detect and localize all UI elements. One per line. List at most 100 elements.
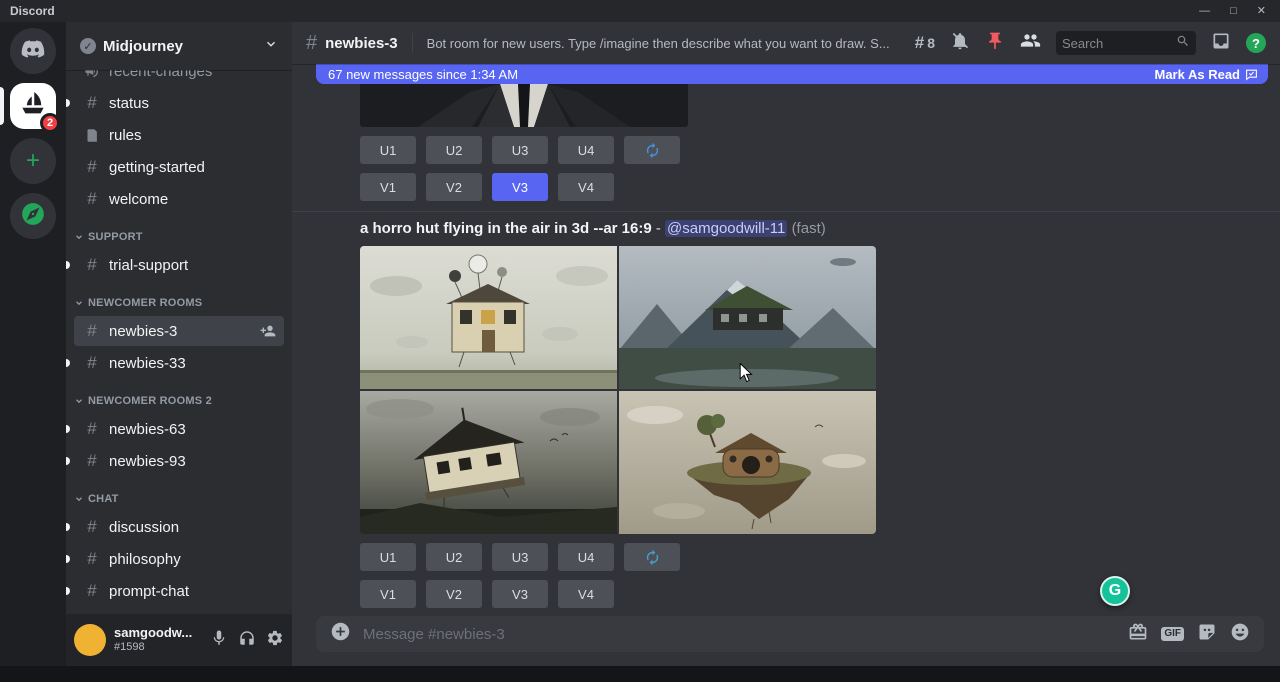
headphones-icon[interactable] bbox=[238, 629, 256, 652]
server-header[interactable]: ✓ Midjourney bbox=[66, 22, 292, 70]
member-list-icon[interactable] bbox=[1020, 30, 1041, 56]
emoji-icon[interactable] bbox=[1230, 622, 1250, 647]
home-button[interactable] bbox=[10, 28, 56, 74]
u4-button[interactable]: U4 bbox=[558, 543, 614, 571]
minimize-button[interactable]: — bbox=[1199, 0, 1210, 22]
hash-icon: # bbox=[82, 255, 102, 275]
mark-as-read-button[interactable]: Mark As Read bbox=[1155, 67, 1259, 82]
sidebar-item-newbies-33[interactable]: # newbies-33 bbox=[74, 348, 284, 378]
u3-button[interactable]: U3 bbox=[492, 136, 548, 164]
username: samgoodw... bbox=[114, 626, 192, 641]
v4-button[interactable]: V4 bbox=[558, 580, 614, 608]
channel-topic[interactable]: Bot room for new users. Type /imagine th… bbox=[427, 36, 907, 51]
channel-label: newbies-63 bbox=[109, 421, 186, 438]
sticker-icon[interactable] bbox=[1197, 622, 1217, 647]
sidebar-item-philosophy[interactable]: # philosophy bbox=[74, 544, 284, 574]
avatar[interactable] bbox=[74, 624, 106, 656]
sidebar-item-prompt-chat[interactable]: # prompt-chat bbox=[74, 576, 284, 606]
explore-servers-button[interactable] bbox=[10, 193, 56, 239]
new-messages-bar[interactable]: 67 new messages since 1:34 AM Mark As Re… bbox=[316, 64, 1268, 84]
category-label: SUPPORT bbox=[88, 231, 143, 243]
pinned-messages-icon[interactable] bbox=[985, 31, 1005, 56]
category-support[interactable]: SUPPORT bbox=[74, 224, 284, 250]
notifications-muted-icon[interactable] bbox=[950, 31, 970, 56]
gift-icon[interactable] bbox=[1128, 622, 1148, 647]
server-icon-midjourney[interactable]: 2 bbox=[10, 83, 56, 129]
u2-button[interactable]: U2 bbox=[426, 136, 482, 164]
unread-indicator bbox=[66, 425, 70, 433]
inbox-icon[interactable] bbox=[1211, 31, 1231, 56]
u4-button[interactable]: U4 bbox=[558, 136, 614, 164]
author-mention[interactable]: @samgoodwill-11 bbox=[665, 220, 787, 237]
server-rail: 2 + bbox=[0, 22, 66, 666]
threads-button[interactable]: # 8 bbox=[915, 33, 935, 53]
reroll-button[interactable] bbox=[624, 543, 680, 571]
sidebar-item-trial-support[interactable]: # trial-support bbox=[74, 250, 284, 280]
category-chat[interactable]: CHAT bbox=[74, 486, 284, 512]
category-newcomer-rooms-2[interactable]: NEWCOMER ROOMS 2 bbox=[74, 388, 284, 414]
v3-button-selected[interactable]: V3 bbox=[492, 173, 548, 201]
u1-button[interactable]: U1 bbox=[360, 136, 416, 164]
v2-button[interactable]: V2 bbox=[426, 580, 482, 608]
message-composer[interactable]: GIF bbox=[316, 616, 1264, 652]
channel-label: philosophy bbox=[109, 551, 181, 568]
generated-image-cell-1[interactable] bbox=[360, 246, 617, 389]
message-input[interactable] bbox=[363, 626, 1116, 643]
search-input[interactable] bbox=[1062, 36, 1172, 51]
user-meta[interactable]: samgoodw... #1598 bbox=[114, 626, 192, 654]
composer-row: GIF bbox=[316, 616, 1264, 652]
add-server-button[interactable]: + bbox=[10, 138, 56, 184]
user-discriminator: #1598 bbox=[114, 641, 192, 654]
gear-icon[interactable] bbox=[266, 629, 284, 652]
titlebar: Discord — □ ✕ bbox=[0, 0, 1280, 22]
variation-button-row: V1 V2 V3 V4 bbox=[360, 580, 1280, 608]
u2-button[interactable]: U2 bbox=[426, 543, 482, 571]
sidebar-item-newbies-93[interactable]: # newbies-93 bbox=[74, 446, 284, 476]
v1-button[interactable]: V1 bbox=[360, 580, 416, 608]
grammarly-badge[interactable]: G bbox=[1100, 576, 1130, 606]
create-invite-icon[interactable] bbox=[260, 323, 276, 339]
reroll-button[interactable] bbox=[624, 136, 680, 164]
u1-button[interactable]: U1 bbox=[360, 543, 416, 571]
refresh-icon bbox=[644, 142, 661, 159]
close-button[interactable]: ✕ bbox=[1257, 0, 1266, 22]
prompt-text: a horro hut flying in the air in 3d --ar… bbox=[360, 220, 652, 237]
v2-button[interactable]: V2 bbox=[426, 173, 482, 201]
sidebar-item-discussion[interactable]: # discussion bbox=[74, 512, 284, 542]
maximize-button[interactable]: □ bbox=[1230, 0, 1237, 22]
generated-image-cell-4[interactable] bbox=[619, 391, 876, 534]
sidebar-item-welcome[interactable]: # welcome bbox=[74, 184, 284, 214]
sidebar-item-getting-started[interactable]: # getting-started bbox=[74, 152, 284, 182]
megaphone-icon bbox=[82, 70, 102, 79]
v4-button[interactable]: V4 bbox=[558, 173, 614, 201]
category-newcomer-rooms[interactable]: NEWCOMER ROOMS bbox=[74, 290, 284, 316]
mention-badge: 2 bbox=[40, 113, 60, 133]
channel-label: getting-started bbox=[109, 159, 205, 176]
sidebar-item-newbies-3[interactable]: # newbies-3 bbox=[74, 316, 284, 346]
v1-button[interactable]: V1 bbox=[360, 173, 416, 201]
mark-as-read-label: Mark As Read bbox=[1155, 67, 1241, 82]
bottom-strip bbox=[0, 666, 1280, 682]
category-label: CHAT bbox=[88, 493, 119, 505]
u3-button[interactable]: U3 bbox=[492, 543, 548, 571]
generated-image-grid[interactable] bbox=[360, 246, 876, 534]
v3-button[interactable]: V3 bbox=[492, 580, 548, 608]
chat-area[interactable]: U1 U2 U3 U4 V1 V2 V3 V4 a hor bbox=[292, 84, 1280, 612]
generated-image-cell-3[interactable] bbox=[360, 391, 617, 534]
gif-picker-icon[interactable]: GIF bbox=[1161, 627, 1184, 641]
channel-header: # newbies-3 Bot room for new users. Type… bbox=[292, 22, 1280, 64]
previous-generated-image[interactable] bbox=[360, 84, 688, 127]
help-icon[interactable]: ? bbox=[1246, 33, 1266, 53]
mic-icon[interactable] bbox=[210, 629, 228, 652]
composer-icons: GIF bbox=[1128, 622, 1250, 647]
channel-list[interactable]: recent-changes # status rules # getting-… bbox=[66, 70, 292, 614]
sidebar-item-rules[interactable]: rules bbox=[74, 120, 284, 150]
sidebar-item-newbies-63[interactable]: # newbies-63 bbox=[74, 414, 284, 444]
sidebar-item-recent-changes[interactable]: recent-changes bbox=[74, 70, 284, 86]
sidebar-item-status[interactable]: # status bbox=[74, 88, 284, 118]
app-body: 2 + ✓ Midjourney bbox=[0, 22, 1280, 666]
hash-icon: # bbox=[82, 321, 102, 341]
generated-image-cell-2[interactable] bbox=[619, 246, 876, 389]
user-actions bbox=[210, 629, 284, 652]
attach-plus-icon[interactable] bbox=[330, 621, 351, 647]
